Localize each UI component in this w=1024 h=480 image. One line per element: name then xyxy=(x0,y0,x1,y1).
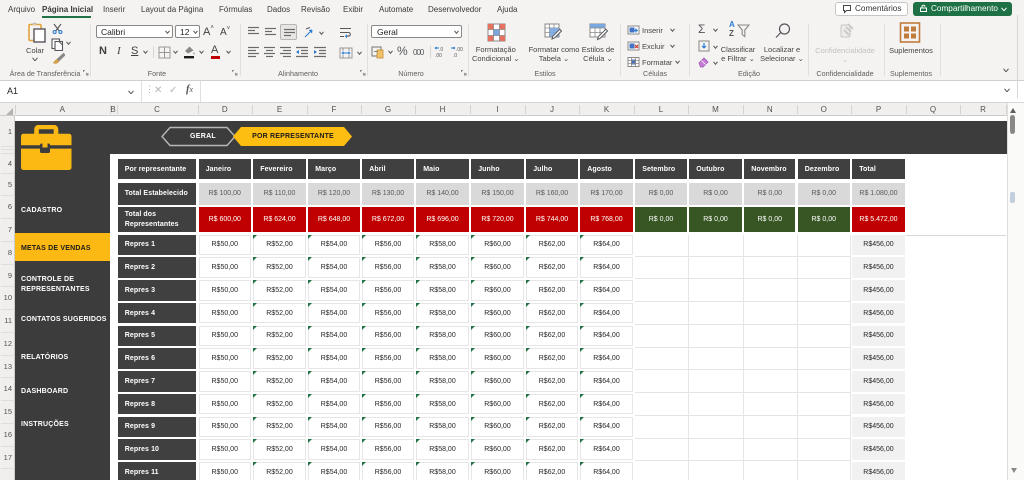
svg-text:.0: .0 xyxy=(453,53,457,58)
svg-text:.00: .00 xyxy=(435,53,442,58)
